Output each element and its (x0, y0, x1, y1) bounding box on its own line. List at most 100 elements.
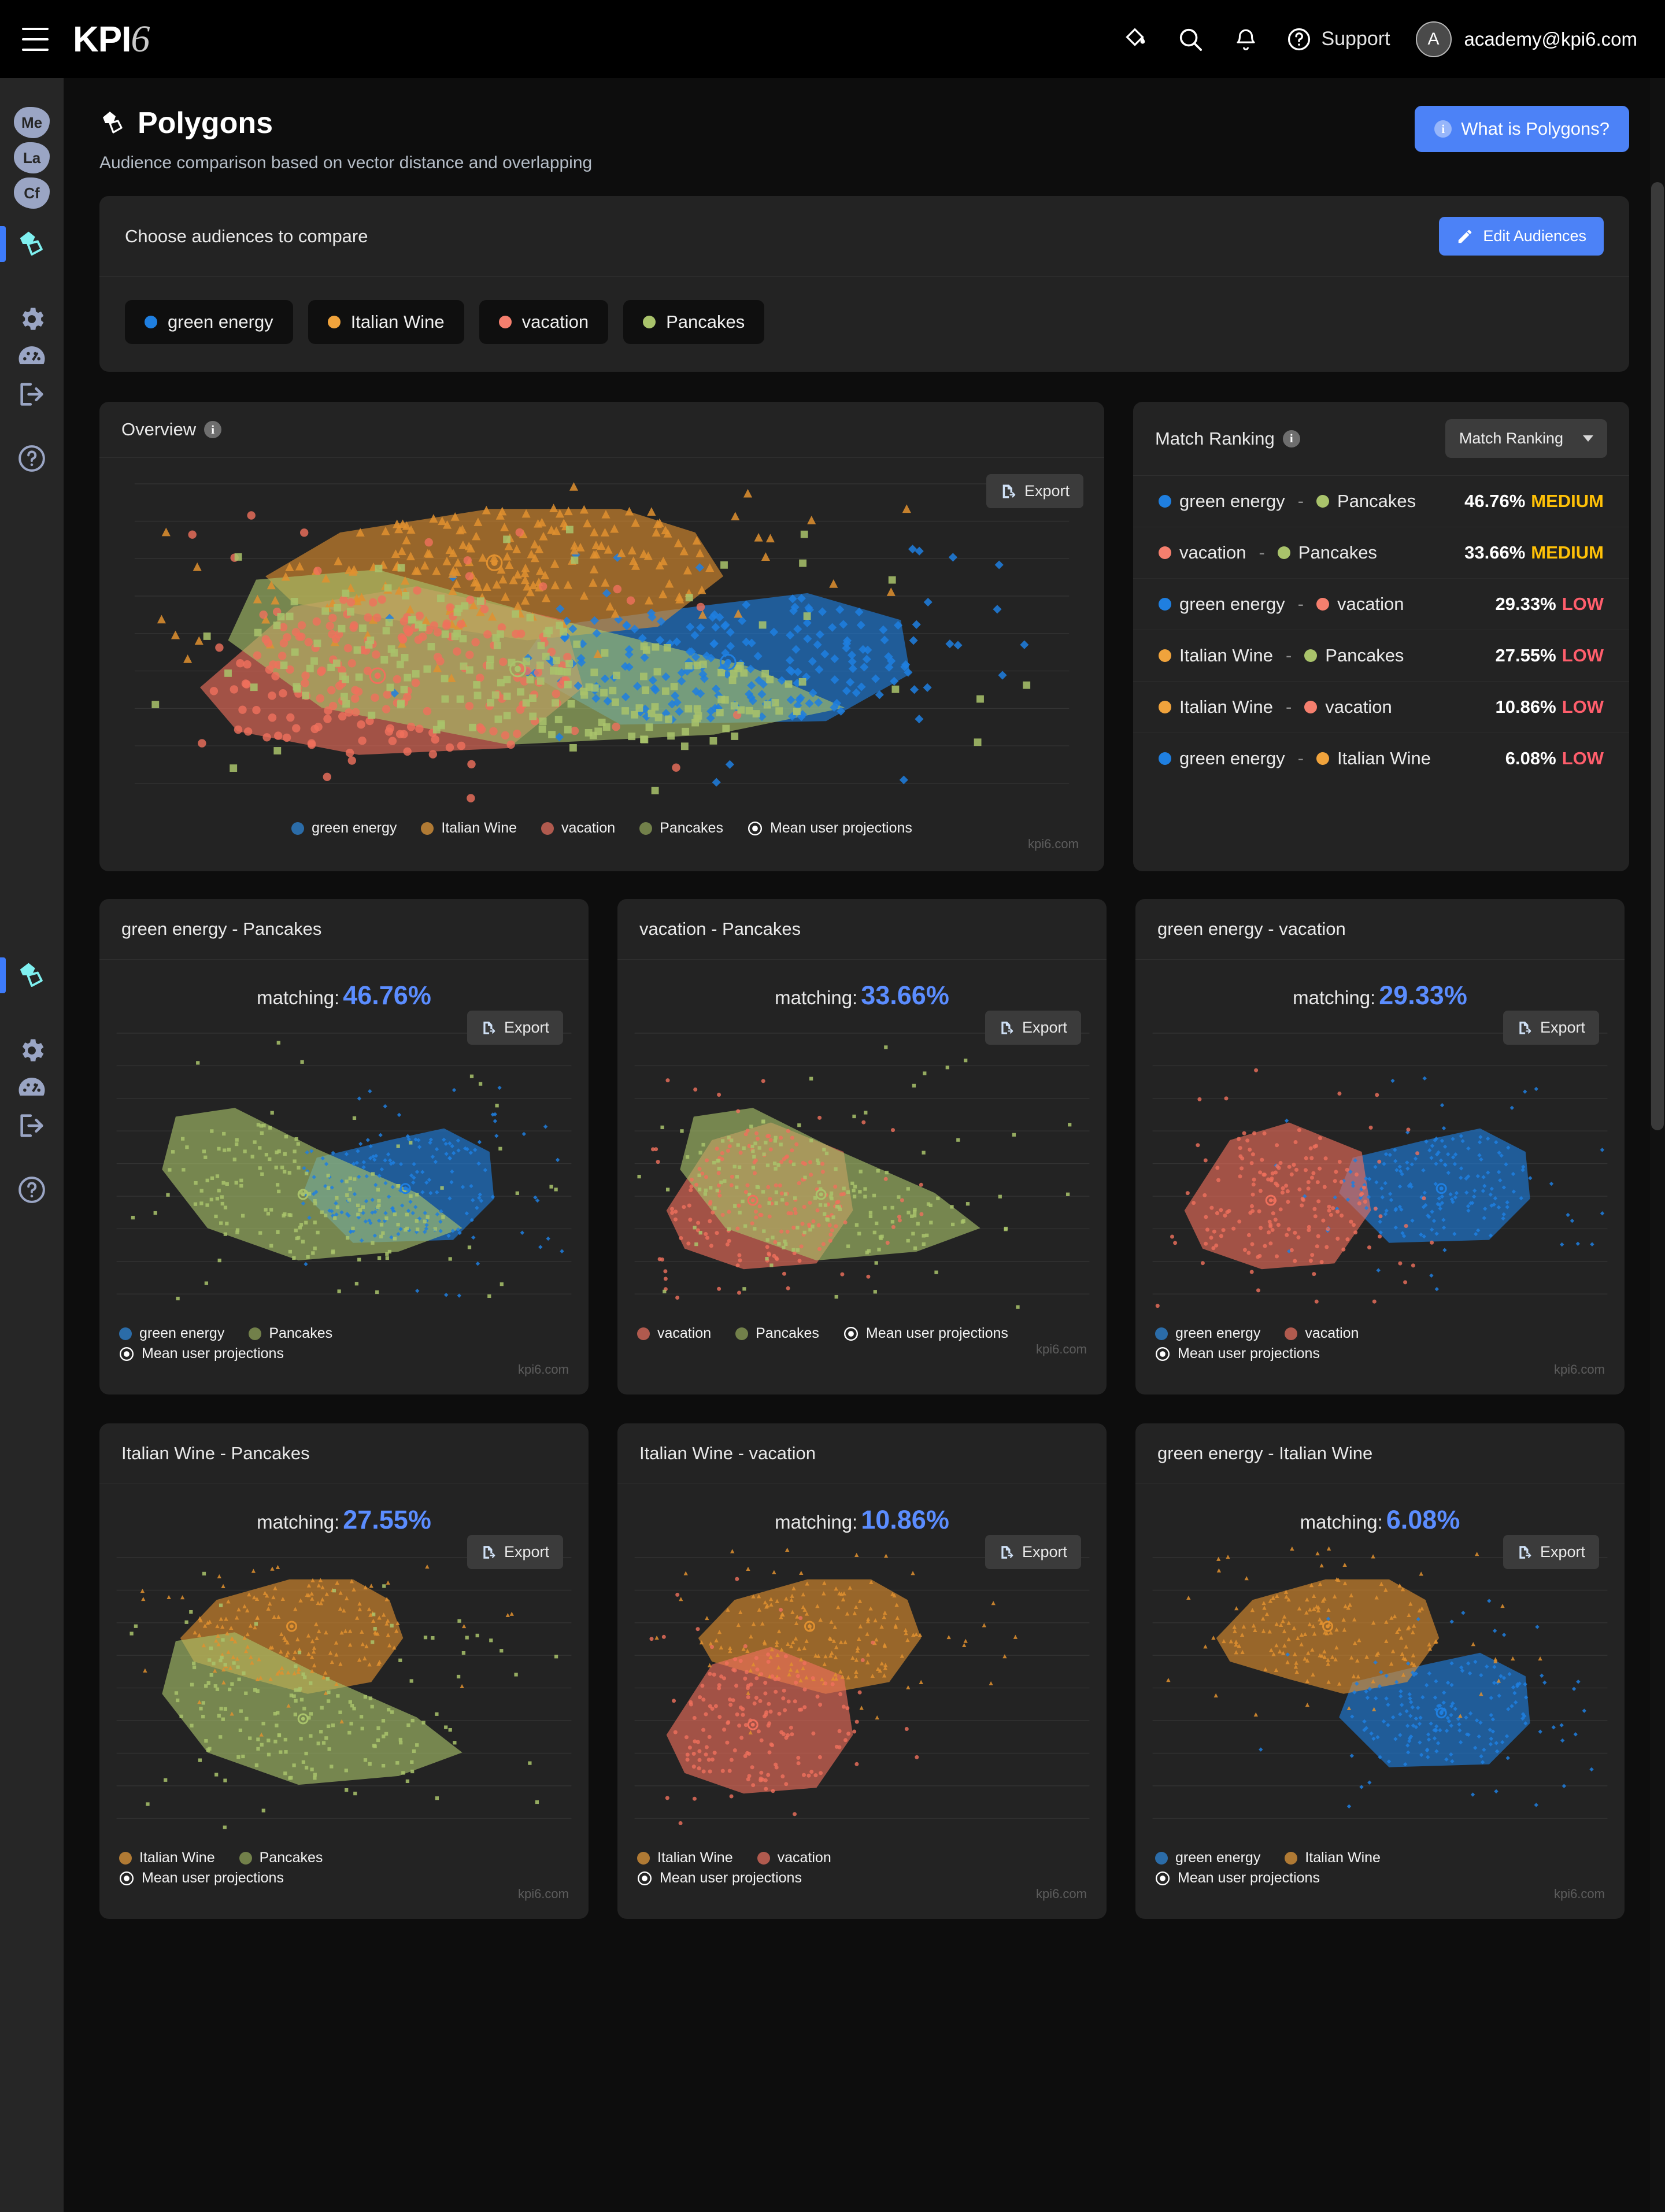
sidebar-item-cf[interactable]: Cf (0, 175, 64, 212)
export-label: Export (1022, 1019, 1067, 1037)
legend-item[interactable]: Italian Wine (1285, 1850, 1381, 1866)
export-button[interactable]: Export (985, 1535, 1081, 1569)
ranking-row[interactable]: Italian Wine-vacation10.86%LOW (1133, 682, 1629, 733)
polygon-icon (15, 228, 49, 260)
audience-chip[interactable]: vacation (479, 300, 608, 344)
search-icon[interactable] (1175, 24, 1205, 54)
legend-item[interactable]: Italian Wine (119, 1850, 215, 1866)
export-button[interactable]: Export (467, 1011, 563, 1045)
ranking-row[interactable]: green energy-Italian Wine6.08%LOW (1133, 733, 1629, 784)
legend-item-mean[interactable]: Mean user projections (637, 1870, 802, 1887)
comparison-scatter-chart[interactable] (99, 1011, 589, 1323)
color-fill-icon[interactable] (1120, 24, 1150, 54)
export-button[interactable]: Export (985, 1011, 1081, 1045)
export-icon (481, 1020, 496, 1036)
scatter-svg (1135, 1011, 1625, 1323)
legend-item[interactable]: Italian Wine (421, 820, 517, 837)
legend-item[interactable]: vacation (541, 820, 615, 837)
sidebar-item-dashboard[interactable] (0, 338, 64, 375)
sidebar-item-polygons[interactable] (0, 957, 64, 994)
edit-audiences-button[interactable]: Edit Audiences (1439, 217, 1604, 256)
sidebar-item-cf-badge: Cf (14, 177, 50, 209)
page-scrollbar[interactable] (1650, 78, 1665, 2212)
ranking-row[interactable]: Italian Wine-Pancakes27.55%LOW (1133, 630, 1629, 682)
legend-item[interactable]: vacation (637, 1325, 711, 1342)
sidebar-item-polygons[interactable] (0, 225, 64, 262)
legend-item[interactable]: green energy (1155, 1325, 1260, 1342)
export-button[interactable]: Export (986, 474, 1083, 508)
legend-item[interactable]: green energy (119, 1325, 224, 1342)
user-menu[interactable]: A academy@kpi6.com (1416, 21, 1637, 57)
legend-item[interactable]: green energy (1155, 1850, 1260, 1866)
scrollbar-thumb[interactable] (1651, 182, 1664, 1130)
ranking-pair: vacation-Pancakes (1159, 542, 1377, 563)
scatter-svg (1135, 1535, 1625, 1847)
comparison-card-title: vacation - Pancakes (639, 919, 801, 939)
export-button[interactable]: Export (467, 1535, 563, 1569)
legend-item[interactable]: vacation (1285, 1325, 1359, 1342)
legend-item[interactable]: green energy (291, 820, 397, 837)
ranking-sort-select[interactable]: Match Ranking (1445, 419, 1607, 458)
comparison-scatter-chart[interactable] (1135, 1011, 1625, 1323)
comparison-scatter-chart[interactable] (617, 1535, 1107, 1847)
audience-chip-label: vacation (522, 312, 589, 332)
legend-item[interactable]: vacation (757, 1850, 831, 1866)
sidebar-item-help[interactable] (0, 1171, 64, 1208)
legend-item[interactable]: Pancakes (249, 1325, 332, 1342)
sidebar-item-dashboard[interactable] (0, 1070, 64, 1107)
ranking-row[interactable]: green energy-Pancakes46.76%MEDIUM (1133, 476, 1629, 527)
legend-item[interactable]: Pancakes (735, 1325, 819, 1342)
hamburger-icon[interactable] (22, 28, 49, 51)
sidebar-item-la[interactable]: La (0, 139, 64, 176)
legend-label: Mean user projections (1178, 1870, 1320, 1887)
comparison-scatter-chart[interactable] (1135, 1535, 1625, 1847)
bullseye-icon (843, 1326, 859, 1341)
ranking-audience-a: vacation (1179, 542, 1246, 563)
legend-color-dot (541, 822, 554, 835)
legend-item-mean[interactable]: Mean user projections (1155, 1870, 1320, 1887)
comparison-scatter-chart[interactable] (99, 1535, 589, 1847)
legend-item-mean[interactable]: Mean user projections (1155, 1345, 1320, 1362)
legend-item[interactable]: Italian Wine (637, 1850, 733, 1866)
sidebar-item-help[interactable] (0, 440, 64, 477)
chooser-heading: Choose audiences to compare (125, 226, 368, 247)
legend-color-dot (1155, 1852, 1168, 1865)
legend-item-mean[interactable]: Mean user projections (119, 1345, 284, 1362)
sidebar-item-logout[interactable] (0, 376, 64, 413)
bullseye-icon (637, 1871, 652, 1886)
audience-chip[interactable]: green energy (125, 300, 293, 344)
legend-label: vacation (561, 820, 615, 837)
legend-color-dot (239, 1852, 252, 1865)
pencil-icon (1456, 228, 1474, 245)
audience-chip[interactable]: Pancakes (623, 300, 764, 344)
matching-percent: 6.08% (1386, 1505, 1460, 1534)
sidebar-item-logout[interactable] (0, 1107, 64, 1144)
matching-line: matching:10.86% (617, 1484, 1107, 1535)
bell-icon[interactable] (1231, 24, 1261, 54)
brand-logo[interactable]: KPI 6 (73, 17, 150, 61)
comparison-card: vacation - Pancakesmatching:33.66%Export… (617, 899, 1107, 1394)
overview-scatter-chart[interactable] (99, 458, 1104, 816)
legend-item[interactable]: Mean user projections (748, 820, 912, 837)
export-button[interactable]: Export (1503, 1011, 1599, 1045)
legend-item[interactable]: Pancakes (639, 820, 723, 837)
sidebar-item-me[interactable]: Me (0, 104, 64, 141)
legend-item-mean[interactable]: Mean user projections (843, 1325, 1008, 1342)
comparison-card-title: Italian Wine - Pancakes (121, 1443, 310, 1464)
export-button[interactable]: Export (1503, 1535, 1599, 1569)
legend-color-dot (119, 1852, 132, 1865)
what-is-polygons-button[interactable]: i What is Polygons? (1415, 106, 1629, 152)
audience-chip[interactable]: Italian Wine (308, 300, 464, 344)
sidebar-item-settings[interactable] (0, 301, 64, 338)
ranking-row[interactable]: vacation-Pancakes33.66%MEDIUM (1133, 527, 1629, 579)
support-link[interactable]: Support (1286, 27, 1390, 52)
legend-item-mean[interactable]: Mean user projections (119, 1870, 284, 1887)
bullseye-icon (748, 821, 763, 836)
comparison-scatter-chart[interactable] (617, 1011, 1107, 1323)
comparison-card: Italian Wine - vacationmatching:10.86%Ex… (617, 1423, 1107, 1919)
ranking-percent: 29.33% (1496, 594, 1556, 614)
ranking-row[interactable]: green energy-vacation29.33%LOW (1133, 579, 1629, 630)
ranking-pair: Italian Wine-Pancakes (1159, 645, 1404, 666)
legend-item[interactable]: Pancakes (239, 1850, 323, 1866)
sidebar-item-settings[interactable] (0, 1032, 64, 1069)
